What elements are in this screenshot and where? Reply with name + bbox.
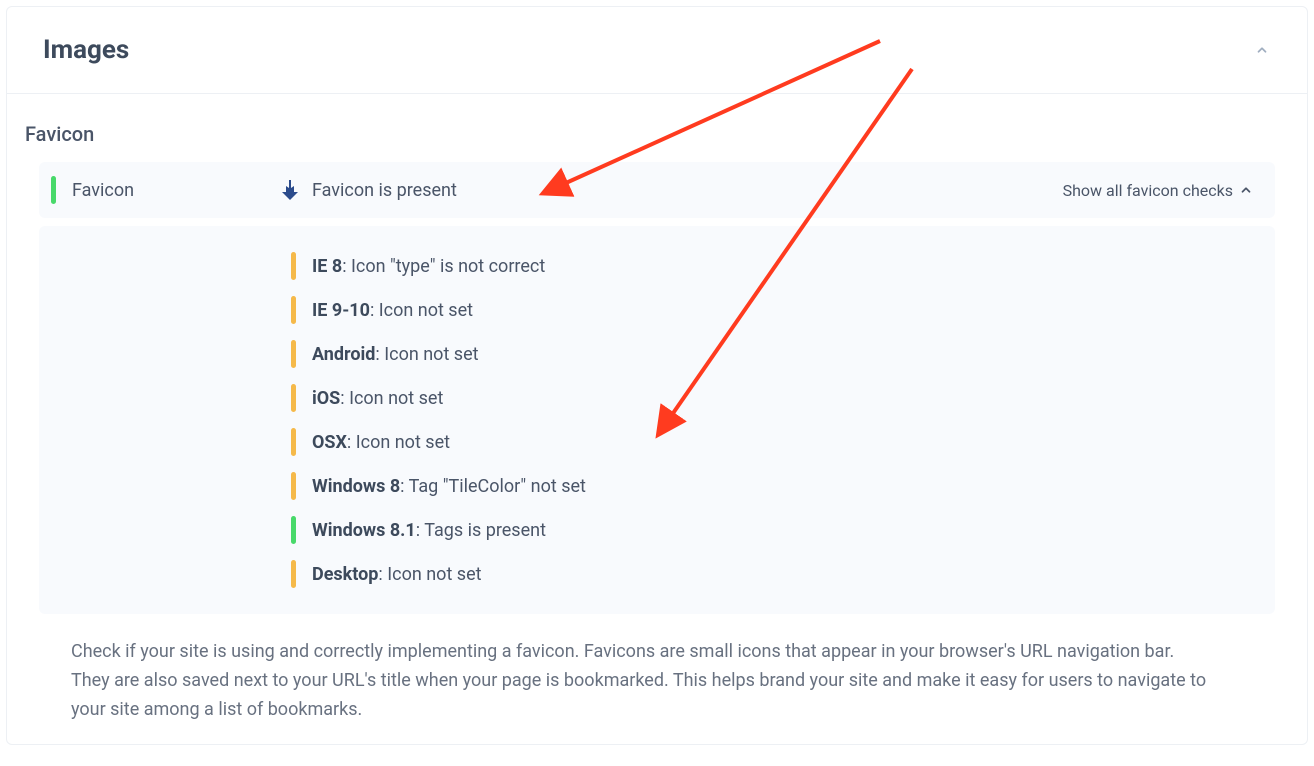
status-indicator-orange	[291, 472, 296, 500]
favicon-checks-panel: IE 8: Icon "type" is not correct IE 9-10:…	[39, 226, 1275, 614]
status-indicator-orange	[291, 560, 296, 588]
favicon-row-label: Favicon	[72, 180, 278, 201]
status-indicator-orange	[291, 252, 296, 280]
favicon-check-row: Windows 8: Tag "TileColor" not set	[291, 464, 1253, 508]
favicon-check-row: IE 8: Icon "type" is not correct	[291, 244, 1253, 288]
show-all-label: Show all favicon checks	[1063, 181, 1233, 200]
favicon-check-row: Android: Icon not set	[291, 332, 1253, 376]
favicon-icon	[278, 178, 302, 202]
favicon-check-row: Windows 8.1: Tags is present	[291, 508, 1253, 552]
favicon-summary-row: Favicon Favicon is present Show all favi…	[39, 162, 1275, 218]
favicon-check-text: Android: Icon not set	[312, 344, 479, 365]
favicon-check-row: Desktop: Icon not set	[291, 552, 1253, 596]
status-indicator-green	[291, 516, 296, 544]
favicon-description: Check if your site is using and correctl…	[7, 614, 1307, 724]
images-card: Images Favicon Favicon Favicon is presen…	[6, 6, 1308, 745]
favicon-check-text: OSX: Icon not set	[312, 432, 450, 453]
card-title: Images	[43, 35, 129, 65]
chevron-up-icon	[1239, 183, 1253, 197]
favicon-description-p1: Check if your site is using and correctl…	[71, 638, 1243, 667]
status-indicator-orange	[291, 428, 296, 456]
collapse-icon[interactable]	[1253, 41, 1271, 59]
show-all-favicon-checks-button[interactable]: Show all favicon checks	[1063, 181, 1253, 200]
status-indicator-orange	[291, 384, 296, 412]
favicon-check-text: iOS: Icon not set	[312, 388, 443, 409]
favicon-check-text: IE 9-10: Icon not set	[312, 300, 473, 321]
favicon-check-text: Windows 8: Tag "TileColor" not set	[312, 476, 586, 497]
favicon-check-text: Windows 8.1: Tags is present	[312, 520, 546, 541]
status-indicator-green	[51, 176, 56, 204]
card-header: Images	[7, 7, 1307, 94]
favicon-check-text: Desktop: Icon not set	[312, 564, 482, 585]
favicon-description-p2: They are also saved next to your URL's t…	[71, 667, 1243, 725]
favicon-check-row: OSX: Icon not set	[291, 420, 1253, 464]
favicon-check-row: IE 9-10: Icon not set	[291, 288, 1253, 332]
card-body: Favicon Favicon Favicon is present Show …	[7, 94, 1307, 744]
favicon-summary-text: Favicon is present	[312, 180, 1063, 201]
favicon-check-text: IE 8: Icon "type" is not correct	[312, 256, 545, 277]
status-indicator-orange	[291, 340, 296, 368]
status-indicator-orange	[291, 296, 296, 324]
favicon-check-row: iOS: Icon not set	[291, 376, 1253, 420]
favicon-section-title: Favicon	[7, 94, 1307, 162]
